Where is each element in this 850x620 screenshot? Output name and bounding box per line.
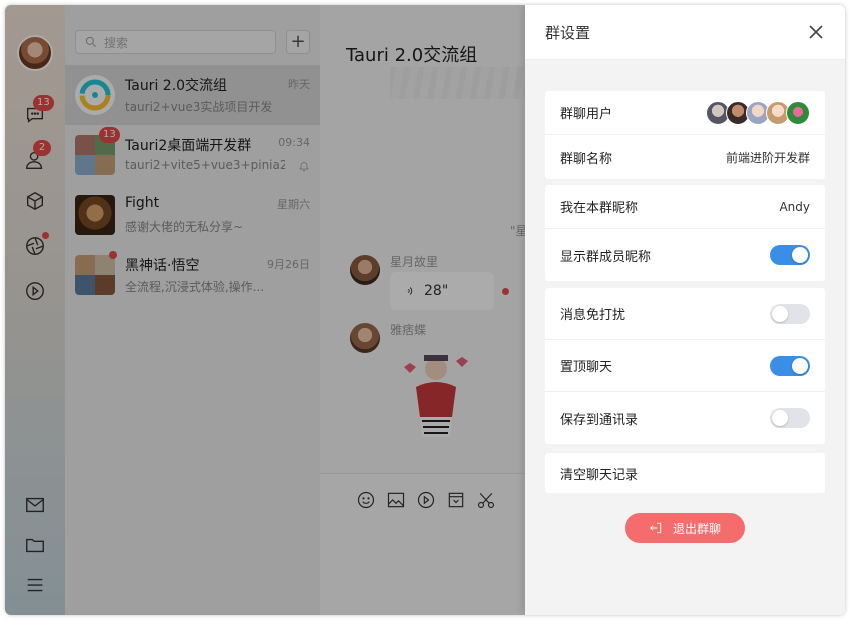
group-name-value: 前端进阶开发群 [725,150,810,165]
group-name-label: 群聊名称 [560,151,613,167]
nickname-row[interactable]: 我在本群昵称 Andy [545,185,825,229]
group-settings-panel: 群设置 群聊用户 群聊名称 前端进阶开发群 我在本群昵称 Andy 显示群成员昵… [525,5,845,615]
exit-group-button[interactable]: 退出群聊 [625,513,745,543]
save-contacts-toggle[interactable] [770,408,810,428]
exit-group-label: 退出群聊 [672,521,721,536]
avatar [786,100,810,125]
members-label: 群聊用户 [560,107,613,122]
show-nickname-row: 显示群成员昵称 [545,229,825,281]
dnd-toggle[interactable] [770,303,810,324]
chat-options-group: 消息免打扰 置顶聊天 保存到通讯录 [545,288,825,444]
nickname-value: Andy [779,199,810,214]
pin-row: 置顶聊天 [545,340,825,392]
group-name-row[interactable]: 群聊名称 前端进阶开发群 [545,135,825,179]
save-contacts-label: 保存到通讯录 [560,412,639,428]
close-button[interactable] [807,23,825,41]
app-window: 13 2 搜索 + Tauri 2.0交流组 昨天 tauri2+vue3实战项… [5,5,845,615]
nickname-group: 我在本群昵称 Andy 显示群成员昵称 [545,185,825,281]
logout-icon [650,522,662,534]
panel-header: 群设置 [525,5,845,60]
modal-overlay[interactable] [5,5,525,615]
nickname-label: 我在本群昵称 [560,201,639,216]
pin-label: 置顶聊天 [560,360,613,375]
show-nickname-toggle[interactable] [770,245,810,265]
dnd-row: 消息免打扰 [545,288,825,340]
panel-title: 群设置 [545,24,591,42]
clear-group: 清空聊天记录 [545,453,825,493]
members-group: 群聊用户 群聊名称 前端进阶开发群 [545,91,825,179]
members-row[interactable]: 群聊用户 [545,91,825,135]
close-icon [809,25,823,39]
show-nickname-label: 显示群成员昵称 [560,249,652,265]
clear-history-row[interactable]: 清空聊天记录 [545,453,825,493]
pin-toggle[interactable] [770,355,810,376]
clear-history-label: 清空聊天记录 [560,467,639,483]
save-contacts-row: 保存到通讯录 [545,392,825,444]
member-avatars[interactable] [706,100,810,125]
dnd-label: 消息免打扰 [560,308,626,323]
